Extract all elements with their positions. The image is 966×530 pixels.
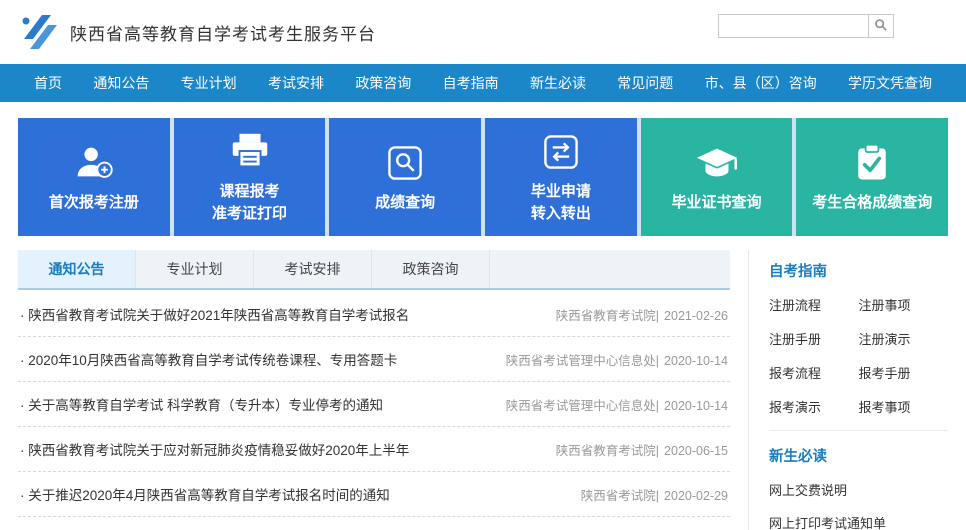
card-first-registration[interactable]: 首次报考注册: [18, 118, 170, 236]
tab-exam-schedule[interactable]: 考试安排: [254, 250, 372, 288]
news-panel: 通知公告 专业计划 考试安排 政策咨询 陕西省教育考试院关于做好2021年陕西省…: [18, 250, 730, 530]
sidebar-link-register-notes[interactable]: 注册事项: [859, 295, 949, 314]
quick-actions: 首次报考注册 课程报考 准考证打印: [18, 118, 948, 236]
sidebar-newbie-title: 新生必读: [769, 445, 948, 466]
newbie-links: 网上交费说明 网上打印考试通知单: [769, 480, 948, 530]
card-qualified-score-query[interactable]: 考生合格成绩查询: [796, 118, 948, 236]
search-button[interactable]: [868, 14, 894, 38]
sidebar: 自考指南 注册流程 注册事项 注册手册 注册演示 报考流程 报考手册 报考演示 …: [748, 250, 948, 530]
news-row: 关于推迟2020年4月陕西省高等教育自学考试报名时间的通知 陕西省考试院 2020…: [18, 472, 730, 517]
news-meta: 陕西省教育考试院 2020-06-15: [556, 440, 728, 459]
news-source: 陕西省教育考试院: [556, 309, 659, 323]
nav-item-notices[interactable]: 通知公告: [93, 73, 149, 93]
nav-item-faq[interactable]: 常见问题: [617, 73, 673, 93]
nav-item-diploma-query[interactable]: 学历文凭查询: [848, 73, 932, 93]
card-label: 准考证打印: [212, 203, 287, 225]
card-diploma-query[interactable]: 毕业证书查询: [641, 118, 793, 236]
sidebar-guide-title: 自考指南: [769, 260, 948, 281]
news-date: 2020-02-29: [664, 489, 728, 503]
header: 陕西省高等教育自学考试考生服务平台: [0, 0, 966, 64]
news-tabs: 通知公告 专业计划 考试安排 政策咨询: [18, 250, 730, 290]
sidebar-link-register-demo[interactable]: 注册演示: [859, 329, 949, 348]
page: 陕西省高等教育自学考试考生服务平台 首页 通知公告 专业计划 考试安排 政策咨询…: [0, 0, 966, 530]
guide-links: 注册流程 注册事项 注册手册 注册演示 报考流程 报考手册 报考演示 报考事项: [769, 295, 948, 416]
nav-item-exam-schedule[interactable]: 考试安排: [268, 73, 324, 93]
sidebar-link-payment-info[interactable]: 网上交费说明: [769, 480, 948, 499]
news-date: 2020-10-14: [664, 354, 728, 368]
card-label: 课程报考: [212, 181, 287, 203]
clipboard-check-icon: [850, 140, 894, 186]
nav-item-guide[interactable]: 自考指南: [443, 73, 499, 93]
news-source: 陕西省考试管理中心信息处: [506, 399, 659, 413]
graduation-cap-icon: [694, 140, 740, 186]
news-row: 2020年10月陕西省高等教育自学考试传统卷课程、专用答题卡 陕西省考试管理中心…: [18, 337, 730, 382]
card-score-query[interactable]: 成绩查询: [329, 118, 481, 236]
news-meta: 陕西省考试管理中心信息处 2020-10-14: [506, 395, 728, 414]
sidebar-link-apply-flow[interactable]: 报考流程: [769, 363, 859, 382]
news-row: 陕西省教育考试院关于应对新冠肺炎疫情稳妥做好2020年上半年 陕西省教育考试院 2…: [18, 427, 730, 472]
transfer-arrows-icon: [539, 129, 583, 175]
card-label: 毕业证书查询: [672, 192, 762, 214]
sidebar-link-print-notice[interactable]: 网上打印考试通知单: [769, 513, 948, 530]
tab-policy[interactable]: 政策咨询: [372, 250, 490, 288]
score-search-icon: [383, 140, 427, 186]
news-meta: 陕西省教育考试院 2021-02-26: [556, 305, 728, 324]
news-link[interactable]: 陕西省教育考试院关于应对新冠肺炎疫情稳妥做好2020年上半年: [20, 439, 409, 459]
site-logo-icon: [18, 12, 60, 52]
news-link[interactable]: 关于高等教育自学考试 科学教育（专升本）专业停考的通知: [20, 394, 383, 414]
search-input[interactable]: [718, 14, 868, 38]
news-source: 陕西省考试管理中心信息处: [506, 354, 659, 368]
news-meta: 陕西省考试院 2020-02-29: [581, 485, 728, 504]
page-title: 陕西省高等教育自学考试考生服务平台: [70, 20, 376, 45]
news-row: 关于高等教育自学考试 科学教育（专升本）专业停考的通知 陕西省考试管理中心信息处…: [18, 382, 730, 427]
search-box: [718, 14, 894, 38]
news-link[interactable]: 陕西省教育考试院关于做好2021年陕西省高等教育自学考试报名: [20, 304, 409, 324]
sidebar-link-register-manual[interactable]: 注册手册: [769, 329, 859, 348]
news-row: 陕西省教育考试院关于做好2021年陕西省高等教育自学考试报名 陕西省教育考试院 2…: [18, 292, 730, 337]
sidebar-link-apply-manual[interactable]: 报考手册: [859, 363, 949, 382]
nav-item-local-consult[interactable]: 市、县（区）咨询: [705, 73, 817, 93]
news-meta: 陕西省考试管理中心信息处 2020-10-14: [506, 350, 728, 369]
sidebar-divider: [769, 430, 948, 431]
card-label: 首次报考注册: [49, 192, 139, 214]
printer-icon: [227, 129, 273, 175]
card-label: 转入转出: [531, 203, 591, 225]
person-plus-icon: [71, 140, 117, 186]
brand: 陕西省高等教育自学考试考生服务平台: [18, 12, 376, 52]
news-link[interactable]: 2020年10月陕西省高等教育自学考试传统卷课程、专用答题卡: [20, 349, 397, 369]
news-link[interactable]: 关于推迟2020年4月陕西省高等教育自学考试报名时间的通知: [20, 484, 390, 504]
nav-item-major-plan[interactable]: 专业计划: [181, 73, 237, 93]
card-graduation-transfer[interactable]: 毕业申请 转入转出: [485, 118, 637, 236]
card-course-register-print[interactable]: 课程报考 准考证打印: [174, 118, 326, 236]
sidebar-link-register-flow[interactable]: 注册流程: [769, 295, 859, 314]
nav-item-policy[interactable]: 政策咨询: [355, 73, 411, 93]
main-nav: 首页 通知公告 专业计划 考试安排 政策咨询 自考指南 新生必读 常见问题 市、…: [0, 64, 966, 102]
nav-item-home[interactable]: 首页: [34, 73, 62, 93]
main-content: 通知公告 专业计划 考试安排 政策咨询 陕西省教育考试院关于做好2021年陕西省…: [18, 250, 948, 530]
news-source: 陕西省考试院: [581, 489, 659, 503]
tab-major-plan[interactable]: 专业计划: [136, 250, 254, 288]
card-label: 考生合格成绩查询: [812, 192, 932, 214]
nav-item-newbie[interactable]: 新生必读: [530, 73, 586, 93]
tab-notices[interactable]: 通知公告: [18, 250, 136, 288]
sidebar-link-apply-demo[interactable]: 报考演示: [769, 397, 859, 416]
card-label: 毕业申请: [531, 181, 591, 203]
card-label: 成绩查询: [375, 192, 435, 214]
news-source: 陕西省教育考试院: [556, 444, 659, 458]
news-list: 陕西省教育考试院关于做好2021年陕西省高等教育自学考试报名 陕西省教育考试院 2…: [18, 290, 730, 517]
news-date: 2020-10-14: [664, 399, 728, 413]
news-date: 2021-02-26: [664, 309, 728, 323]
magnifier-icon: [874, 18, 888, 35]
sidebar-link-apply-notes[interactable]: 报考事项: [859, 397, 949, 416]
news-date: 2020-06-15: [664, 444, 728, 458]
